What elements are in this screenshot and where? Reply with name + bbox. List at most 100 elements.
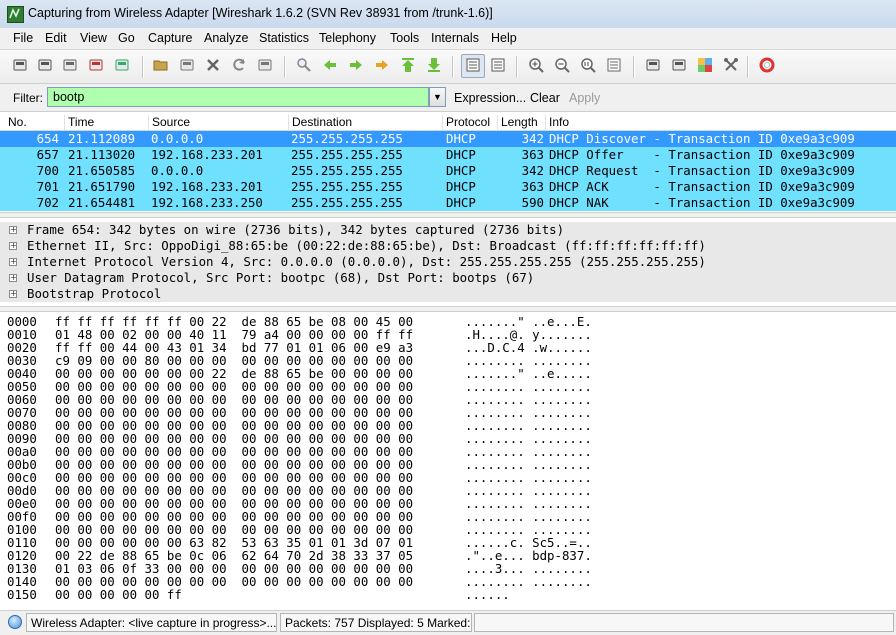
- wireshark-app-icon: [7, 6, 24, 23]
- packet-cell-no: 657: [36, 147, 59, 162]
- main-toolbar: [0, 50, 896, 84]
- pane-splitter[interactable]: [0, 306, 896, 312]
- apply-button[interactable]: Apply: [569, 91, 600, 105]
- detail-tree-item[interactable]: + Bootstrap Protocol: [0, 286, 896, 302]
- packet-cell-dst: 255.255.255.255: [291, 179, 403, 194]
- resize-columns-button[interactable]: [603, 55, 625, 77]
- detail-text: Ethernet II, Src: OppoDigi_88:65:be (00:…: [27, 238, 706, 253]
- packet-cell-info: DHCP Discover - Transaction ID 0xe9a3c90…: [549, 131, 855, 146]
- hex-hex: 00 00 00 00 00 ff: [55, 587, 182, 602]
- menu-view[interactable]: View: [80, 31, 107, 45]
- go-back-button[interactable]: [319, 55, 341, 77]
- menu-bar: File Edit View Go Capture Analyze Statistics Te…: [0, 28, 896, 50]
- restart-capture-button[interactable]: [111, 55, 133, 77]
- menu-telephony[interactable]: Telephony: [319, 31, 376, 45]
- column-destination[interactable]: Destination: [288, 115, 352, 130]
- packet-cell-info: DHCP ACK - Transaction ID 0xe9a3c909: [549, 179, 855, 194]
- open-file-button[interactable]: [150, 55, 172, 77]
- filter-dropdown-button[interactable]: ▼: [429, 87, 446, 107]
- packet-cell-src: 192.168.233.201: [151, 147, 263, 162]
- zoom-normal-button[interactable]: [577, 55, 599, 77]
- expert-info-icon[interactable]: [8, 615, 22, 629]
- detail-tree-item[interactable]: + Frame 654: 342 bytes on wire (2736 bits…: [0, 222, 896, 238]
- column-protocol[interactable]: Protocol: [442, 115, 490, 130]
- go-forward-button[interactable]: [345, 55, 367, 77]
- expression-button[interactable]: Expression...: [454, 91, 526, 105]
- detail-tree-item[interactable]: + Ethernet II, Src: OppoDigi_88:65:be (00…: [0, 238, 896, 254]
- packet-bytes: 0000 ff ff ff ff ff ff 00 22 de 88 65 be …: [0, 314, 896, 605]
- profile-status: [474, 613, 894, 632]
- status-bar: Wireless Adapter: <live capture in progr…: [0, 610, 896, 635]
- packet-cell-proto: DHCP: [446, 147, 476, 162]
- print-button[interactable]: [254, 55, 276, 77]
- detail-tree-item[interactable]: + User Datagram Protocol, Src Port: bootp…: [0, 270, 896, 286]
- pane-splitter[interactable]: [0, 212, 896, 218]
- go-last-button[interactable]: [423, 55, 445, 77]
- capture-options-button[interactable]: [34, 55, 56, 77]
- expand-icon[interactable]: +: [9, 290, 17, 298]
- expand-icon[interactable]: +: [9, 274, 17, 282]
- zoom-in-button[interactable]: [525, 55, 547, 77]
- packet-cell-dst: 255.255.255.255: [291, 131, 403, 146]
- packet-cell-src: 192.168.233.201: [151, 179, 263, 194]
- packet-row[interactable]: 700 21.650585 0.0.0.0 255.255.255.255 DHCP 34…: [0, 163, 896, 179]
- colorize-button[interactable]: [461, 54, 485, 78]
- zoom-in-icon: [528, 57, 544, 76]
- autoscroll-button[interactable]: [487, 55, 509, 77]
- interface-list-button[interactable]: [9, 55, 31, 77]
- packet-cell-time: 21.654481: [68, 195, 136, 210]
- expand-icon[interactable]: +: [9, 258, 17, 266]
- zoom-out-button[interactable]: [551, 55, 573, 77]
- packet-cell-info: DHCP Offer - Transaction ID 0xe9a3c909: [549, 147, 855, 162]
- display-filters-button[interactable]: [668, 55, 690, 77]
- find-packet-button[interactable]: [293, 55, 315, 77]
- packet-cell-len: 590: [521, 195, 544, 210]
- coloring-rules-button[interactable]: [694, 55, 716, 77]
- go-last-icon: [426, 57, 442, 76]
- column-time[interactable]: Time: [64, 115, 94, 130]
- menu-internals[interactable]: Internals: [431, 31, 479, 45]
- menu-capture[interactable]: Capture: [148, 31, 192, 45]
- menu-edit[interactable]: Edit: [45, 31, 67, 45]
- detail-text: User Datagram Protocol, Src Port: bootpc…: [27, 270, 535, 285]
- toolbar-separator: [142, 56, 144, 78]
- detail-tree-item[interactable]: + Internet Protocol Version 4, Src: 0.0.0…: [0, 254, 896, 270]
- close-file-button[interactable]: [202, 55, 224, 77]
- reload-button[interactable]: [228, 55, 250, 77]
- chevron-down-icon: ▼: [433, 92, 442, 102]
- stop-capture-button[interactable]: [85, 55, 107, 77]
- go-to-packet-button[interactable]: [371, 55, 393, 77]
- expand-icon[interactable]: +: [9, 242, 17, 250]
- resize-columns-icon: [606, 57, 622, 76]
- packet-row[interactable]: 701 21.651790 192.168.233.201 255.255.255.2…: [0, 179, 896, 195]
- clear-button[interactable]: Clear: [530, 91, 560, 105]
- toolbar-separator: [633, 56, 635, 78]
- help-button[interactable]: [756, 55, 778, 77]
- packet-row[interactable]: 657 21.113020 192.168.233.201 255.255.255.2…: [0, 147, 896, 163]
- menu-analyze[interactable]: Analyze: [204, 31, 248, 45]
- save-file-button[interactable]: [176, 55, 198, 77]
- preferences-button[interactable]: [720, 55, 742, 77]
- menu-file[interactable]: File: [13, 31, 33, 45]
- packet-cell-dst: 255.255.255.255: [291, 147, 403, 162]
- column-length[interactable]: Length: [497, 115, 538, 130]
- reload-icon: [231, 57, 247, 76]
- zoom-out-icon: [554, 57, 570, 76]
- go-first-icon: [400, 57, 416, 76]
- packet-row[interactable]: 702 21.654481 192.168.233.250 255.255.255.2…: [0, 195, 896, 211]
- go-first-button[interactable]: [397, 55, 419, 77]
- packet-cell-time: 21.112089: [68, 131, 136, 146]
- column-source[interactable]: Source: [148, 115, 190, 130]
- column-no[interactable]: No.: [5, 115, 27, 130]
- capture-filters-button[interactable]: [642, 55, 664, 77]
- start-capture-button[interactable]: [59, 55, 81, 77]
- menu-tools[interactable]: Tools: [390, 31, 419, 45]
- display-filter-input[interactable]: bootp: [47, 87, 429, 107]
- menu-help[interactable]: Help: [491, 31, 517, 45]
- expand-icon[interactable]: +: [9, 226, 17, 234]
- packet-counts: Packets: 757 Displayed: 5 Marked: 0: [280, 613, 480, 632]
- menu-statistics[interactable]: Statistics: [259, 31, 309, 45]
- menu-go[interactable]: Go: [118, 31, 135, 45]
- column-info[interactable]: Info: [545, 115, 569, 130]
- packet-row[interactable]: 654 21.112089 0.0.0.0 255.255.255.255 DHCP 34…: [0, 131, 896, 147]
